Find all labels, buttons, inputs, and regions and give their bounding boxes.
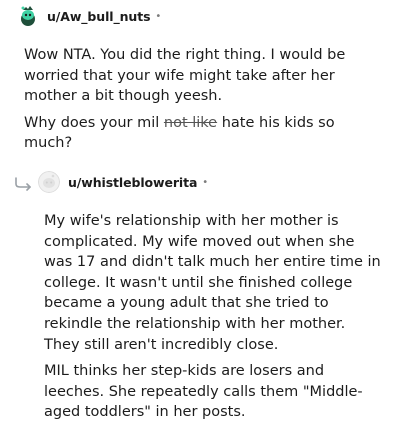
snoo-avatar-icon[interactable] [17, 5, 39, 27]
separator-dot: • [202, 176, 209, 188]
reply-arrow-icon [15, 177, 31, 191]
comment-paragraph: MIL thinks her step-kids are losers and … [44, 363, 363, 421]
comment-paragraph: Why does your mil not like hate his kids… [24, 113, 384, 154]
username[interactable]: u/Aw_bull_nuts [47, 9, 151, 24]
comment-body: Wow NTA. You did the right thing. I woul… [24, 45, 384, 160]
comment-paragraph: My wife's relationship with her mother i… [44, 213, 381, 353]
default-avatar-icon[interactable] [38, 171, 60, 193]
comment-paragraph: Wow NTA. You did the right thing. I woul… [24, 47, 346, 105]
comment-header: u/whistleblowerita • [38, 171, 208, 193]
comment-body: My wife's relationship with her mother i… [44, 211, 384, 429]
username[interactable]: u/whistleblowerita [68, 175, 197, 190]
strikethrough-text: not like [163, 114, 218, 131]
comment-header: u/Aw_bull_nuts • [17, 5, 161, 27]
text-span: Why does your mil [24, 114, 164, 131]
separator-dot: • [155, 10, 162, 22]
